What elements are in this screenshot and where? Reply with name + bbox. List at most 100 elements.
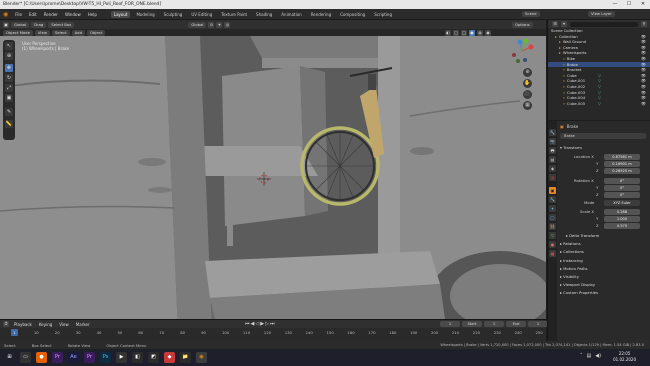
blender-taskbar-icon[interactable]: ◉ xyxy=(196,352,207,363)
scene-tab-icon[interactable]: ◈ xyxy=(549,165,556,172)
rotate-tool-icon[interactable]: ↻ xyxy=(5,74,13,82)
property-section-header[interactable]: ▸ Viewport Display xyxy=(560,282,595,287)
shading-solid-icon[interactable]: ● xyxy=(469,29,475,36)
cursor-tool-icon[interactable]: ⊕ xyxy=(5,52,13,60)
timeline-ruler[interactable]: 0102030405060708090100110120130140150160… xyxy=(0,330,546,336)
transform-section-header[interactable]: ▾ Transform xyxy=(560,145,582,150)
orientation-dropdown[interactable]: Global xyxy=(11,21,30,28)
tab-scripting[interactable]: Scripting xyxy=(371,11,395,18)
location-x-field[interactable]: 0.87561 m xyxy=(604,154,640,160)
menu-render[interactable]: Render xyxy=(42,12,60,17)
end-frame-field[interactable]: 1 xyxy=(528,321,548,327)
zoom-icon[interactable]: ⊕ xyxy=(523,68,532,77)
select-box-dropdown[interactable]: Select Box xyxy=(48,21,75,28)
object-tab-icon[interactable]: ▣ xyxy=(549,187,556,194)
property-section-header[interactable]: ▸ Delta Transform xyxy=(566,233,599,238)
camera-view-icon[interactable]: 🎥 xyxy=(523,90,532,99)
rotation-y-field[interactable]: 0° xyxy=(604,185,640,191)
media-icon[interactable]: ▶ xyxy=(116,352,127,363)
proportional-edit-icon[interactable]: ◎ xyxy=(224,21,231,28)
data-tab-icon[interactable]: ▽ xyxy=(549,232,556,239)
location-y-field[interactable]: 0.18901 m xyxy=(604,161,640,167)
explorer-icon[interactable]: 📁 xyxy=(180,352,191,363)
menu-file[interactable]: File xyxy=(13,12,24,17)
view-layer-selector[interactable]: View Layer xyxy=(588,11,615,17)
playhead[interactable]: 1 xyxy=(11,329,18,336)
after-effects-icon[interactable]: Ae xyxy=(68,352,79,363)
move-tool-icon[interactable]: ✥ xyxy=(5,64,13,72)
app-icon[interactable]: ◩ xyxy=(148,352,159,363)
outliner-display-mode-icon[interactable]: ▾ xyxy=(561,21,567,27)
tab-rendering[interactable]: Rendering xyxy=(308,11,334,18)
minimize-button[interactable]: — xyxy=(608,0,622,9)
timeline-playback-menu[interactable]: Playback xyxy=(12,322,34,327)
scale-x-field[interactable]: 0.288 xyxy=(604,209,640,215)
next-key-icon[interactable]: ▷ xyxy=(265,321,269,327)
property-section-header[interactable]: ▸ Visibility xyxy=(560,274,579,279)
physics-tab-icon[interactable]: ◯ xyxy=(549,214,556,221)
editor-type-icon[interactable]: ▣ xyxy=(3,21,9,28)
tab-modeling[interactable]: Modeling xyxy=(133,11,157,18)
measure-tool-icon[interactable]: 📏 xyxy=(5,120,13,128)
close-button[interactable]: ✕ xyxy=(636,0,650,9)
rotation-mode-dropdown[interactable]: XYZ Euler xyxy=(604,200,640,206)
viewer-icon[interactable]: ◧ xyxy=(132,352,143,363)
tab-layout[interactable]: Layout xyxy=(110,10,131,18)
perspective-toggle-icon[interactable]: ▦ xyxy=(523,101,532,110)
transform-orientation-dropdown[interactable]: Global xyxy=(188,21,207,28)
menu-window[interactable]: Window xyxy=(63,12,83,17)
view-layer-tab-icon[interactable]: ▤ xyxy=(549,156,556,163)
xray-icon[interactable]: ▢ xyxy=(453,29,459,36)
tab-animation[interactable]: Animation xyxy=(278,11,304,18)
shading-rendered-icon[interactable]: ◉ xyxy=(485,29,491,36)
timeline-editor-icon[interactable]: ⏱ xyxy=(3,321,9,327)
clock[interactable]: 22:05 01.02.2020 xyxy=(613,351,636,363)
transform-tool-icon[interactable]: ▣ xyxy=(5,94,13,102)
add-menu[interactable]: Add xyxy=(71,29,86,36)
tab-shading[interactable]: Shading xyxy=(253,11,275,18)
timeline-view-menu[interactable]: View xyxy=(57,322,71,327)
property-section-header[interactable]: ▸ Instancing xyxy=(560,258,583,263)
current-frame-field[interactable]: 1 xyxy=(440,321,460,327)
network-icon[interactable]: ▤ xyxy=(587,353,592,359)
select-menu[interactable]: Select xyxy=(51,29,70,36)
premiere-icon[interactable]: Pr xyxy=(52,352,63,363)
particles-tab-icon[interactable]: ✦ xyxy=(549,205,556,212)
jump-end-icon[interactable]: ⏭ xyxy=(270,321,275,327)
play-reverse-icon[interactable]: ◁ xyxy=(255,321,259,327)
photoshop-icon[interactable]: Ps xyxy=(100,352,111,363)
outliner-item[interactable]: ▿ Cube.005 ▽ 👁 xyxy=(548,101,650,107)
blender-logo-icon[interactable]: ◉ xyxy=(3,11,8,18)
constraints-tab-icon[interactable]: ⛓ xyxy=(549,223,556,230)
visibility-eye-icon[interactable]: 👁 xyxy=(641,101,646,107)
rotation-x-field[interactable]: 0° xyxy=(604,178,640,184)
property-section-header[interactable]: ▸ Relations xyxy=(560,241,581,246)
overlay-icon[interactable]: ◐ xyxy=(445,29,451,36)
prev-key-icon[interactable]: ◀ xyxy=(251,321,255,327)
rotation-z-field[interactable]: 0° xyxy=(604,192,640,198)
outliner-search-input[interactable] xyxy=(570,21,638,27)
pan-icon[interactable]: ✋ xyxy=(523,79,532,88)
world-tab-icon[interactable]: ◍ xyxy=(549,174,556,181)
material-tab-icon[interactable]: ● xyxy=(549,241,556,248)
menu-help[interactable]: Help xyxy=(86,12,99,17)
options-dropdown[interactable]: Options xyxy=(512,21,533,28)
jump-start-icon[interactable]: ⏮ xyxy=(245,321,250,327)
app-red-icon[interactable]: ◆ xyxy=(164,352,175,363)
navigation-gizmo[interactable] xyxy=(509,38,535,64)
output-tab-icon[interactable]: 🖶 xyxy=(549,147,556,154)
location-z-field[interactable]: 0.28925 m xyxy=(604,168,640,174)
drag-dropdown[interactable]: Drag xyxy=(31,21,47,28)
tab-sculpting[interactable]: Sculpting xyxy=(161,11,186,18)
object-menu[interactable]: Object xyxy=(87,29,106,36)
tab-texture-paint[interactable]: Texture Paint xyxy=(218,11,250,18)
texture-tab-icon[interactable]: ▦ xyxy=(549,250,556,257)
premiere-icon-2[interactable]: Pr xyxy=(84,352,95,363)
view-menu[interactable]: View xyxy=(34,29,50,36)
property-section-header[interactable]: ▸ Collections xyxy=(560,249,584,254)
object-name-field[interactable]: Brake xyxy=(560,133,646,139)
shading-wire-icon[interactable]: ◯ xyxy=(461,29,467,36)
tab-uv-editing[interactable]: UV Editing xyxy=(188,11,215,18)
timeline-marker-menu[interactable]: Marker xyxy=(74,322,92,327)
tab-compositing[interactable]: Compositing xyxy=(337,11,368,18)
